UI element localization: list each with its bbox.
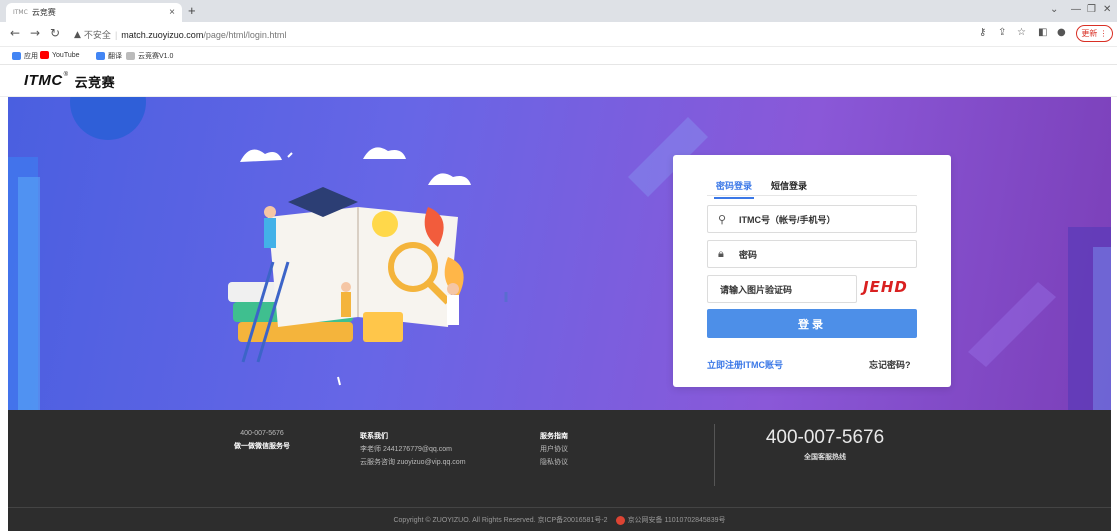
footer-wechat-phone: 400-007-5676 — [240, 430, 284, 437]
footer-privacy-link[interactable]: 隐私协议 — [540, 456, 568, 469]
update-button[interactable]: 更新 ⋮ — [1076, 25, 1113, 42]
tab-sms-login[interactable]: 短信登录 — [771, 179, 807, 192]
password-input[interactable]: 🔒︎ 密码 — [707, 240, 917, 268]
bookmark-label: 翻译 — [108, 53, 122, 60]
bookmarks-bar: 应用 YouTube 翻译 云竞赛V1.0 — [0, 47, 1117, 65]
deco-circle — [70, 97, 146, 140]
footer-contact-teacher[interactable]: 李老师 2441276779@qq.com — [360, 443, 466, 456]
account-placeholder: ITMC号（帐号/手机号） — [739, 214, 836, 225]
footer-wechat-label: 做一做微信服务号 — [234, 443, 290, 450]
footer-wechat: 400-007-5676 做一做微信服务号 — [234, 427, 290, 453]
key-icon[interactable]: ⚷ — [979, 27, 986, 38]
bookmark-label: YouTube — [52, 51, 80, 59]
tab-title: 云竞赛 — [31, 8, 56, 17]
deco-pillar-left-inner — [18, 177, 40, 410]
login-button[interactable]: 登录 — [707, 309, 917, 338]
profile-icon[interactable]: ● — [1057, 27, 1066, 38]
logo-registered-mark: ® — [63, 72, 69, 78]
bookmark-label: 云竞赛V1.0 — [138, 53, 174, 60]
browser-tabbar: ITMC 云竞赛 × + ⌄ — ❐ ✕ — [0, 0, 1117, 22]
hotline-label: 全国客服热线 — [804, 454, 846, 461]
close-window-icon[interactable]: ✕ — [1103, 4, 1111, 15]
cloud-icon — [363, 147, 406, 159]
deco-pillar-right-inner — [1093, 247, 1111, 410]
logo-text: ITMC — [24, 72, 63, 89]
forgot-password-link[interactable]: 忘记密码? — [869, 358, 911, 371]
police-record-link[interactable]: 京公网安备 11010702845839号 — [628, 515, 726, 525]
back-icon[interactable]: ← — [10, 26, 20, 40]
footer-user-agreement-link[interactable]: 用户协议 — [540, 443, 568, 456]
forward-icon[interactable]: → — [30, 26, 40, 40]
cloud-icon — [240, 149, 282, 162]
warning-icon: ▲ — [74, 29, 81, 40]
url-path: /page/html/login.html — [203, 29, 287, 40]
deco-stripe-2 — [968, 282, 1056, 367]
footer-contact-email[interactable]: 云服务咨询 zuoyizuo@vip.qq.com — [360, 456, 466, 469]
site-footer: 400-007-5676 做一做微信服务号 联系我们 李老师 244127677… — [8, 410, 1111, 531]
new-tab-icon[interactable]: + — [188, 3, 196, 18]
translate-icon — [96, 52, 105, 60]
itmc-favicon-icon: ITMC — [13, 9, 28, 16]
password-placeholder: 密码 — [739, 249, 758, 260]
account-input[interactable]: ⚲ ITMC号（帐号/手机号） — [707, 205, 917, 233]
share-icon[interactable]: ⇪ — [998, 27, 1006, 38]
footer-contact-title: 联系我们 — [360, 433, 388, 440]
itmc-favicon-icon — [126, 52, 135, 60]
reload-icon[interactable]: ↻ — [50, 26, 60, 40]
footer-divider — [714, 424, 715, 486]
footer-contact: 联系我们 李老师 2441276779@qq.com 云服务咨询 zuoyizu… — [360, 430, 466, 469]
footer-service: 服务指南 用户协议 隐私协议 — [540, 430, 568, 469]
site-header: ITMC ® 云竞赛 — [0, 65, 1117, 97]
captcha-image[interactable]: JEHD — [863, 278, 919, 300]
captcha-input[interactable]: 请输入图片验证码 — [707, 275, 857, 303]
cloud-icon — [428, 173, 471, 185]
restore-icon[interactable]: ❐ — [1087, 4, 1096, 15]
address-bar: ← → ↻ ▲ 不安全 | match.zuoyizuo.com /page/h… — [0, 22, 1117, 47]
login-tabs: 密码登录 短信登录 — [707, 177, 917, 199]
copyright-text[interactable]: Copyright © ZUOYIZUO. All Rights Reserve… — [393, 515, 607, 525]
insecure-label: 不安全 — [83, 30, 111, 40]
light-bulb-icon — [372, 211, 398, 237]
bookmark-translate[interactable]: 翻译 — [96, 51, 122, 61]
url-host: match.zuoyizuo.com — [121, 29, 204, 40]
site-logo[interactable]: ITMC ® 云竞赛 — [24, 72, 115, 91]
url-field[interactable]: ▲ 不安全 | match.zuoyizuo.com /page/html/lo… — [74, 26, 914, 43]
briefcase-icon — [363, 312, 403, 342]
update-label: 更新 — [1081, 29, 1098, 38]
minimize-icon[interactable]: — — [1071, 4, 1081, 15]
login-card: 密码登录 短信登录 ⚲ ITMC号（帐号/手机号） 🔒︎ 密码 请输入图片验证码… — [673, 155, 951, 387]
copyright-bar: Copyright © ZUOYIZUO. All Rights Reserve… — [8, 515, 1111, 525]
youtube-icon — [40, 51, 49, 59]
police-badge-icon — [615, 515, 625, 525]
tab-password-login[interactable]: 密码登录 — [713, 179, 755, 199]
bookmark-label: 应用 — [24, 53, 38, 60]
lock-icon: 🔒︎ — [718, 247, 724, 260]
footer-rule — [8, 507, 1111, 508]
tab-search-icon[interactable]: ⌄ — [1050, 4, 1058, 15]
close-tab-icon[interactable]: × — [169, 7, 175, 18]
bookmark-apps[interactable]: 应用 — [12, 51, 38, 61]
logo-chinese-name: 云竞赛 — [74, 75, 116, 90]
footer-hotline: 400-007-5676 全国客服热线 — [740, 427, 910, 462]
user-icon: ⚲ — [718, 212, 727, 226]
sidepanel-icon[interactable]: ◧ — [1038, 27, 1047, 38]
register-link[interactable]: 立即注册ITMC账号 — [707, 358, 783, 371]
footer-service-title: 服务指南 — [540, 433, 568, 440]
url-separator: | — [114, 29, 118, 40]
hotline-number: 400-007-5676 — [765, 427, 885, 448]
bookmark-star-icon[interactable]: ☆ — [1017, 27, 1026, 38]
bookmark-youtube[interactable]: YouTube — [40, 51, 80, 59]
bookmark-yunjingsai[interactable]: 云竞赛V1.0 — [126, 51, 173, 61]
apps-grid-icon — [12, 52, 21, 60]
captcha-placeholder: 请输入图片验证码 — [720, 284, 793, 295]
browser-tab[interactable]: ITMC 云竞赛 × — [6, 3, 182, 22]
